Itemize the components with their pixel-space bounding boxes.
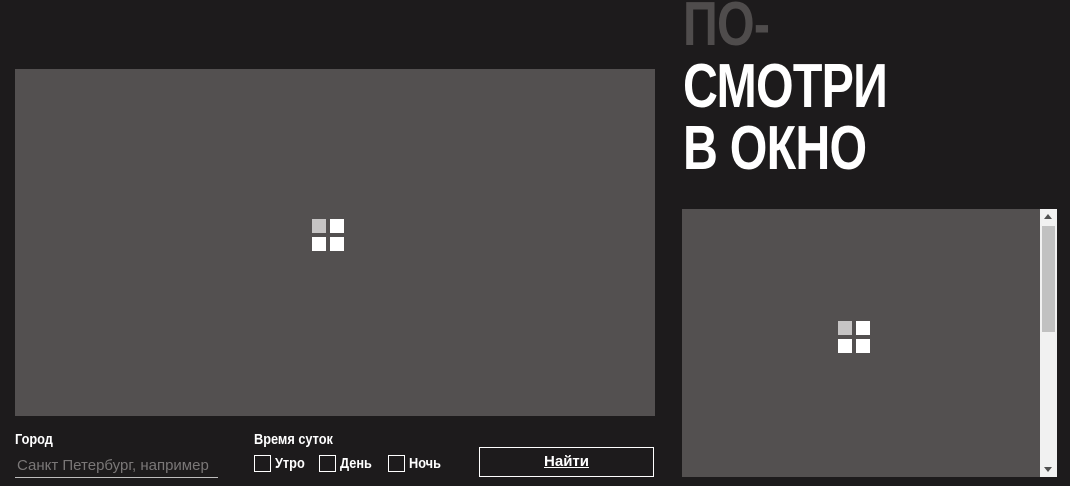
checkbox-box[interactable] (388, 455, 405, 472)
title-line-1: ПО- (683, 0, 770, 59)
title-line-3: В ОКНО (683, 114, 867, 183)
checkbox-box[interactable] (319, 455, 336, 472)
checkbox-box[interactable] (254, 455, 271, 472)
page-title: ПО- СМОТРИ В ОКНО (683, 0, 888, 183)
checkbox-night[interactable]: Ночь (388, 455, 447, 472)
checkbox-label: Ночь (409, 455, 441, 472)
checkbox-label: Утро (275, 455, 305, 472)
windows-logo-icon (838, 321, 870, 353)
main-window-view (15, 69, 655, 416)
title-line-2: СМОТРИ (683, 52, 888, 121)
time-of-day-label: Время суток (254, 431, 333, 448)
windows-logo-icon (312, 219, 344, 251)
city-input[interactable] (15, 454, 218, 478)
city-label: Город (15, 431, 53, 448)
scroll-down-arrow-icon[interactable] (1044, 467, 1052, 472)
window-list-panel[interactable] (682, 209, 1056, 477)
find-button[interactable]: Найти (479, 447, 654, 477)
checkbox-morning[interactable]: Утро (254, 455, 310, 472)
scrollbar-thumb[interactable] (1042, 226, 1055, 332)
scroll-up-arrow-icon[interactable] (1044, 214, 1052, 219)
checkbox-day[interactable]: День (319, 455, 378, 472)
checkbox-label: День (340, 455, 372, 472)
side-panel-scrollbar[interactable] (1040, 209, 1057, 477)
